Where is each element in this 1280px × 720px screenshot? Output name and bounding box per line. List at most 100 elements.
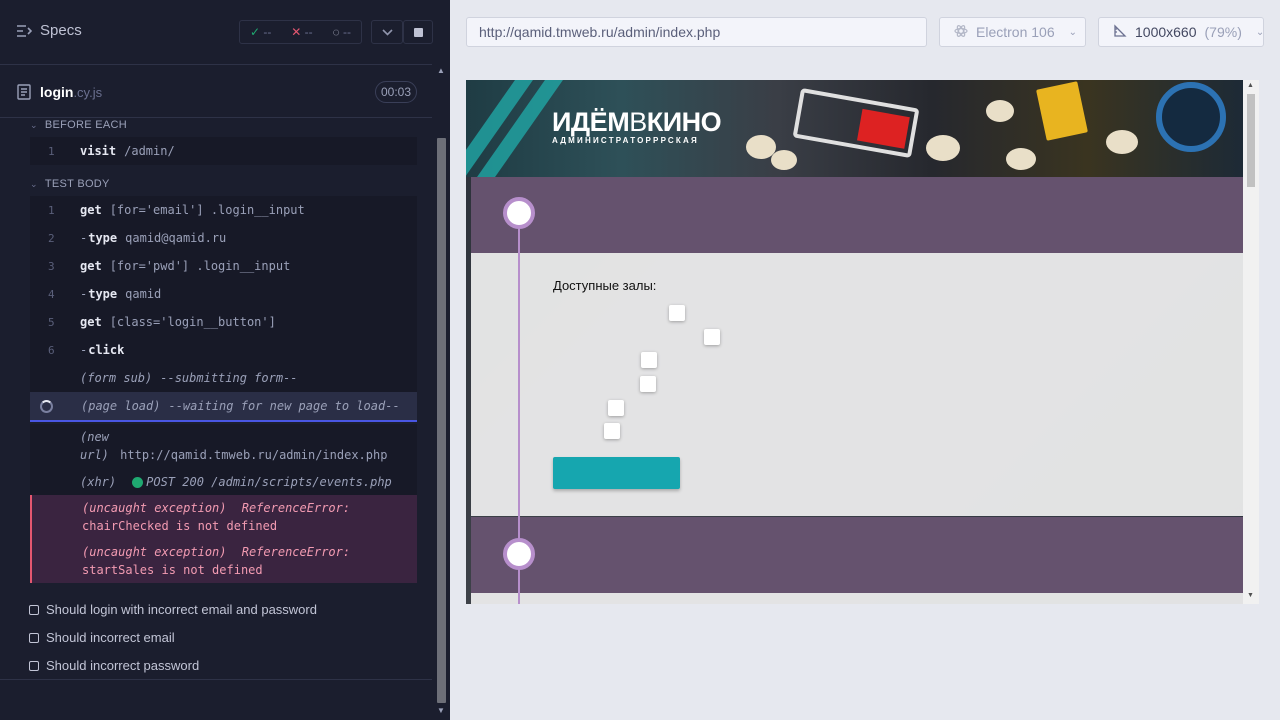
event-message: POST 200 /admin/scripts/events.php [146,475,392,489]
command-message: /admin/ [124,144,175,158]
viewport-selector[interactable]: 1000x660 (79%) ⌄ [1098,17,1264,47]
specs-label: Specs [40,22,82,39]
new-url-event[interactable]: (new url) http://qamid.tmweb.ru/admin/in… [30,424,417,468]
hall-checkbox[interactable] [640,376,656,392]
pending-circle-icon: ◌ [332,25,340,39]
test-title: Should login with incorrect email and pa… [46,602,317,617]
command-name: visit [80,144,117,158]
error-message: startSales is not defined [82,563,263,577]
decor-film-reel [1156,82,1226,152]
app-scrollbar-thumb[interactable] [1247,94,1255,187]
spec-duration: 00:03 [375,81,417,103]
app-under-test-frame: ИДЁМВКИНО АДМИНИСТРАТОРРРСКАЯ Доступные … [466,80,1259,604]
command-row[interactable]: 1 get [for='email'] .login__input [30,196,417,224]
event-tag: (xhr) [80,475,117,489]
app-scrollbar[interactable]: ▲ ▼ [1243,80,1259,604]
hall-checkbox[interactable] [641,352,657,368]
decor-lens [856,108,910,149]
create-hall-button[interactable] [553,457,680,489]
spec-name: login [40,84,74,100]
command-row[interactable]: 6 click [30,336,417,364]
event-tag: (page load) [81,399,161,413]
command-name: click [80,343,124,357]
event-tag: url) [80,448,109,462]
event-message: --submitting form-- [160,371,298,385]
chevron-down-icon: ⌄ [30,178,38,189]
status-dot-icon [132,476,144,488]
scroll-up-icon[interactable]: ▲ [1247,82,1254,89]
conf-step-header[interactable] [471,177,1243,253]
new-url-content: (new url) http://qamid.tmweb.ru/admin/in… [30,428,387,464]
command-row[interactable]: 3 get [for='pwd'] .login__input [30,252,417,280]
specs-button[interactable]: Specs [16,22,82,39]
command-row[interactable]: 1 visit /admin/ [30,137,417,165]
hall-checkbox[interactable] [608,400,624,416]
before-each-header[interactable]: ⌄ BEFORE EACH [30,119,127,131]
passed-stat: ✓ -- [250,25,271,39]
command-number: 1 [48,203,55,217]
xhr-event[interactable]: (xhr) POST 200 /admin/scripts/events.php [30,468,417,496]
test-stats: ✓ -- ✕ -- ◌ -- [239,20,362,44]
electron-icon [954,24,968,41]
error-message: chairChecked is not defined [82,519,278,533]
hall-checkbox[interactable] [669,305,685,321]
stop-button[interactable] [403,20,433,44]
test-body-header[interactable]: ⌄ TEST BODY [30,178,110,190]
check-icon: ✓ [249,25,260,39]
hall-checkbox[interactable] [604,423,620,439]
stop-icon [413,27,423,37]
pending-count: -- [343,25,352,39]
page-load-event[interactable]: (page load) --waiting for new page to lo… [30,392,417,422]
error-row[interactable]: (uncaught exception) ReferenceError: sta… [30,539,417,583]
chevron-down-icon: ⌄ [30,119,38,130]
logo-part: ИДЁМ [552,107,630,137]
error-tag: (uncaught exception) [82,545,227,559]
decor-popcorn [1106,130,1138,154]
app-logo: ИДЁМВКИНО АДМИНИСТРАТОРРРСКАЯ [552,107,722,145]
error-row[interactable]: (uncaught exception) ReferenceError: cha… [30,495,417,539]
test-item[interactable]: Should incorrect password [29,658,199,673]
divider [0,679,432,680]
test-item[interactable]: Should incorrect email [29,630,175,645]
pending-stat: ◌ -- [333,25,351,39]
loading-spinner-icon [40,399,53,413]
browser-name: Electron 106 [976,24,1055,40]
command-name: get [80,315,102,329]
failed-stat: ✕ -- [291,25,312,39]
scroll-down-icon[interactable]: ▼ [437,706,445,715]
scroll-up-icon[interactable]: ▲ [437,66,445,75]
command-row[interactable]: 4 type qamid [30,280,417,308]
command-log-panel: Specs ✓ -- ✕ -- ◌ -- login.cy.js 00:03 ⌄… [0,0,450,720]
conf-step-header[interactable] [471,517,1243,593]
spec-extension: .cy.js [73,85,103,100]
runner-header: Specs ✓ -- ✕ -- ◌ -- [0,0,433,65]
browser-selector[interactable]: Electron 106 ⌄ [939,17,1086,47]
decor-popcorn [771,150,797,170]
command-number: 3 [48,259,55,273]
command-row[interactable]: 2 type qamid@qamid.ru [30,224,417,252]
test-title: Should incorrect password [46,658,200,673]
scroll-down-icon[interactable]: ▼ [1247,592,1254,599]
spec-title-row: login.cy.js 00:03 [0,66,432,118]
command-number: 6 [48,343,55,357]
spec-file-name: login.cy.js [40,84,102,100]
event-tag: (form sub) [80,371,153,385]
command-name: get [80,203,102,217]
event-message: http://qamid.tmweb.ru/admin/index.php [120,448,388,462]
command-row[interactable]: 5 get [class='login__button'] [30,308,417,336]
test-body-label: TEST BODY [44,178,110,190]
decor-popcorn [926,135,960,161]
passed-count: -- [263,25,272,39]
command-number: 2 [48,231,55,245]
command-message: [for='pwd'] .login__input [109,259,291,273]
document-icon [17,84,31,105]
form-submit-event[interactable]: (form sub) --submitting form-- [30,364,417,392]
test-item[interactable]: Should login with incorrect email and pa… [29,602,317,617]
before-each-label: BEFORE EACH [44,119,127,131]
viewport-zoom: (79%) [1204,24,1242,40]
runner-scrollbar-thumb[interactable] [437,138,446,703]
collapse-button[interactable] [371,20,403,44]
hall-checkbox[interactable] [704,329,720,345]
app-header: ИДЁМВКИНО АДМИНИСТРАТОРРРСКАЯ [466,80,1243,177]
url-bar[interactable]: http://qamid.tmweb.ru/admin/index.php [466,17,927,47]
